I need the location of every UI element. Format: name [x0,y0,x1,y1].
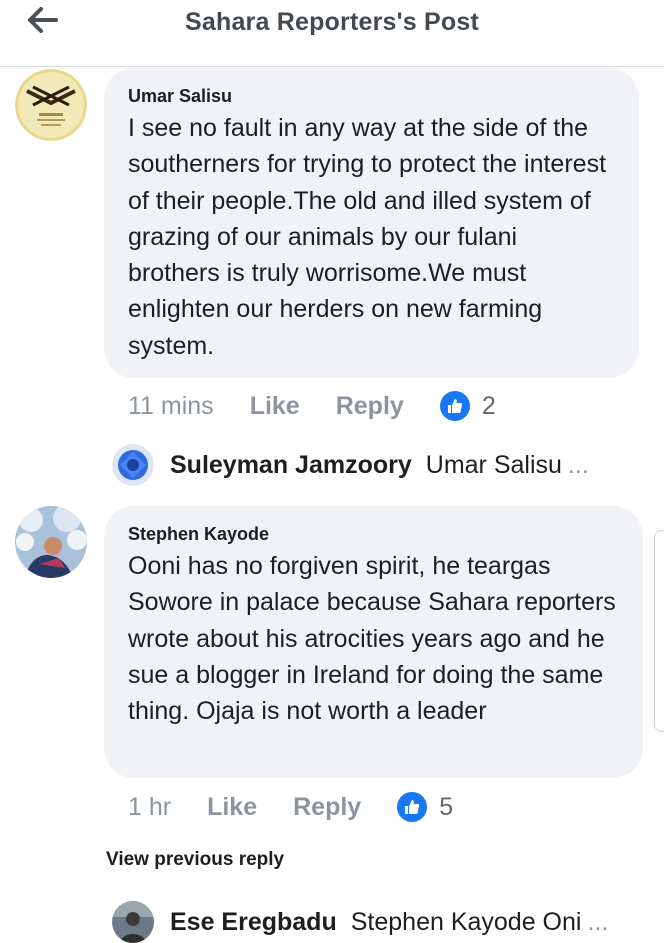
view-previous-reply-link[interactable]: View previous reply [106,849,284,871]
post-header: Sahara Reporters's Post [0,0,664,67]
avatar [112,444,154,486]
reply-author[interactable]: Suleyman Jamzoory [170,451,412,480]
reply-snippet: Stephen Kayode Oni [350,907,582,936]
like-button[interactable]: Like [207,793,257,822]
reply-preview[interactable]: Ese Eregbadu Stephen Kayode Oni ... [112,901,609,943]
reply-ellipsis: ... [587,907,609,936]
scroll-edge-handle[interactable] [654,530,664,732]
comment-bubble: Stephen Kayode Ooni has no forgiven spir… [104,506,643,778]
quran-avatar-image [15,69,87,141]
reply-ellipsis: ... [567,450,589,479]
profile-photo-image [15,506,87,578]
comment-timestamp[interactable]: 1 hr [128,793,171,822]
reply-button[interactable]: Reply [336,392,404,421]
reply-button[interactable]: Reply [293,793,361,822]
comment-author[interactable]: Umar Salisu [128,85,615,107]
comment-bubble: Umar Salisu I see no fault in any way at… [104,68,639,378]
thumbs-up-icon[interactable] [397,792,428,822]
comment-actions: 1 hr Like Reply 5 [128,787,453,827]
comment-author[interactable]: Stephen Kayode [128,523,619,545]
reaction-count[interactable]: 5 [439,793,453,822]
reply-author[interactable]: Ese Eregbadu [170,908,337,937]
avatar[interactable] [15,69,87,141]
reply-snippet: Umar Salisu [425,450,562,479]
reaction-count[interactable]: 2 [482,392,496,421]
comment-timestamp[interactable]: 11 mins [128,392,214,421]
comment-actions: 11 mins Like Reply 2 [128,386,496,426]
page-title: Sahara Reporters's Post [185,8,479,36]
reply-preview[interactable]: Suleyman Jamzoory Umar Salisu ... [112,444,589,486]
like-button[interactable]: Like [250,392,300,421]
avatar[interactable] [15,506,87,578]
profile-photo-image [112,901,154,943]
globe-avatar-image [112,444,154,486]
thumbs-up-icon[interactable] [439,391,470,421]
comment-text: I see no fault in any way at the side of… [128,114,607,360]
avatar [112,901,154,943]
comment-text: Ooni has no forgiven spirit, he teargas … [128,552,616,726]
